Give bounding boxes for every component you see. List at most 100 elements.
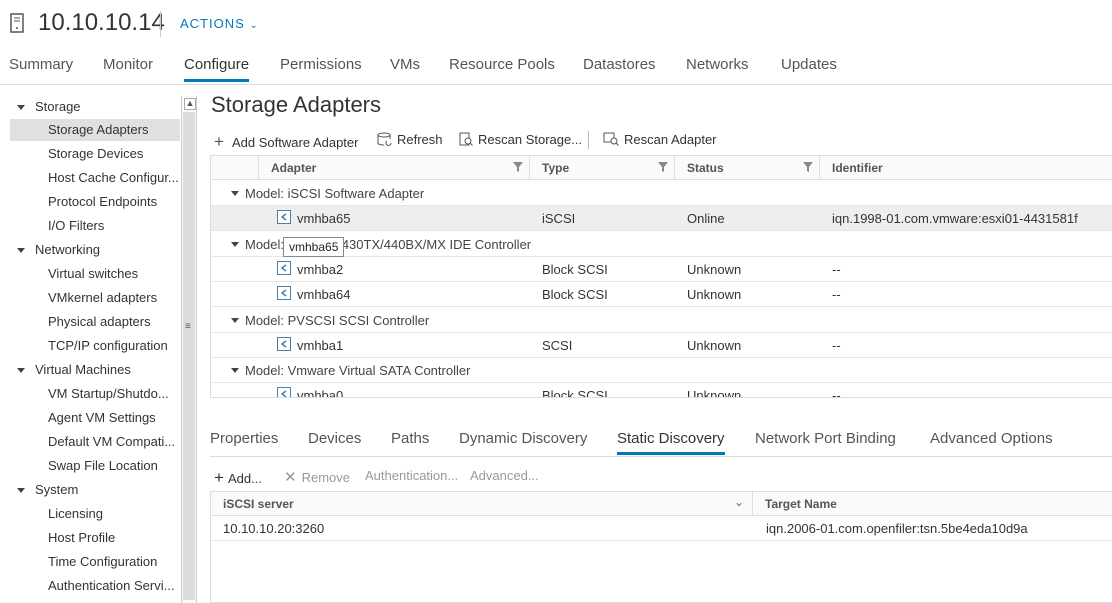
column-header-label: Identifier	[832, 161, 883, 175]
plus-icon: +	[214, 132, 224, 151]
adapter-name: vmhba1	[297, 338, 344, 353]
chevron-down-icon: ⌄	[249, 20, 259, 31]
tab-permissions[interactable]: Permissions	[280, 56, 362, 79]
group-row-iscsi[interactable]: Model: iSCSI Software Adapter	[211, 181, 1112, 206]
nav-item-io-filters[interactable]: I/O Filters	[0, 215, 180, 237]
tab-dynamic-discovery[interactable]: Dynamic Discovery	[459, 430, 587, 452]
nav-item-authentication-services[interactable]: Authentication Servi...	[0, 575, 180, 597]
table-row-vmhba1[interactable]: vmhba1 SCSI Unknown --	[211, 333, 1112, 358]
target-name-value: iqn.2006-01.com.openfiler:tsn.5be4eda10d…	[766, 521, 1028, 536]
adapter-name: vmhba64	[297, 287, 351, 302]
nav-item-host-profile[interactable]: Host Profile	[0, 527, 180, 549]
tab-updates[interactable]: Updates	[781, 56, 837, 79]
column-header-label: iSCSI server	[223, 497, 294, 511]
nav-item-physical-adapters[interactable]: Physical adapters	[0, 311, 180, 333]
nav-group-label: Networking	[35, 242, 101, 257]
column-header-identifier[interactable]: Identifier	[820, 156, 1112, 180]
table-row-vmhba2[interactable]: vmhba2 Block SCSI Unknown --	[211, 257, 1112, 282]
adapter-status: Online	[687, 211, 725, 226]
tab-devices[interactable]: Devices	[308, 430, 361, 452]
filter-icon[interactable]	[513, 162, 523, 172]
caret-down-icon	[17, 488, 25, 493]
tab-advanced-options[interactable]: Advanced Options	[930, 430, 1053, 452]
nav-group-networking[interactable]: Networking	[0, 239, 180, 261]
nav-group-storage[interactable]: Storage	[0, 96, 180, 118]
host-icon	[10, 13, 24, 33]
caret-down-icon	[17, 248, 25, 253]
tab-summary[interactable]: Summary	[9, 56, 73, 79]
adapters-grid: Adapter Type Status Identifier Model: iS…	[210, 155, 1112, 398]
table-row-vmhba64[interactable]: vmhba64 Block SCSI Unknown --	[211, 282, 1112, 307]
rescan-adapter-button[interactable]: Rescan Adapter	[603, 132, 717, 147]
toolbar-divider	[588, 131, 589, 149]
adapter-type: iSCSI	[542, 211, 576, 226]
nav-item-default-vm-compat[interactable]: Default VM Compati...	[0, 431, 180, 453]
tab-resource-pools[interactable]: Resource Pools	[449, 56, 555, 79]
configure-nav: Storage Storage Adapters Storage Devices…	[0, 96, 182, 603]
nav-item-storage-devices[interactable]: Storage Devices	[0, 143, 180, 165]
nav-item-tcpip-configuration[interactable]: TCP/IP configuration	[0, 335, 180, 357]
column-header-iscsi-server[interactable]: iSCSI server ⌄	[211, 492, 753, 516]
nav-item-vmkernel-adapters[interactable]: VMkernel adapters	[0, 287, 180, 309]
column-header-label: Type	[542, 161, 570, 175]
adapter-name: vmhba2	[297, 262, 344, 277]
nav-group-virtual-machines[interactable]: Virtual Machines	[0, 359, 180, 381]
table-row-vmhba65[interactable]: vmhba65 iSCSI Online iqn.1998-01.com.vmw…	[211, 206, 1112, 231]
tab-monitor[interactable]: Monitor	[103, 56, 153, 79]
database-refresh-icon	[377, 132, 392, 146]
caret-down-icon	[17, 105, 25, 110]
add-target-button[interactable]: + Add...	[214, 468, 262, 488]
group-row-sata[interactable]: Model: Vmware Virtual SATA Controller	[211, 358, 1112, 383]
adapter-identifier: --	[832, 287, 841, 302]
nav-scrollbar[interactable]: ▲ ≡	[181, 96, 197, 603]
table-row[interactable]: 10.10.10.20:3260 iqn.2006-01.com.openfil…	[211, 516, 1112, 541]
nav-item-swap-file-location[interactable]: Swap File Location	[0, 455, 180, 477]
tab-datastores[interactable]: Datastores	[583, 56, 656, 79]
nav-item-vm-startup[interactable]: VM Startup/Shutdo...	[0, 383, 180, 405]
grid-header-spacer	[211, 156, 259, 180]
add-software-adapter-label: Add Software Adapter	[232, 135, 359, 150]
adapter-type: SCSI	[542, 338, 573, 353]
tab-networks[interactable]: Networks	[686, 56, 749, 79]
group-row-piix4[interactable]: Model: PIIX4 for 430TX/440BX/MX IDE Cont…	[211, 232, 1112, 257]
column-header-adapter[interactable]: Adapter	[259, 156, 530, 180]
tab-configure[interactable]: Configure	[184, 56, 250, 82]
caret-down-icon	[231, 368, 239, 373]
nav-item-licensing[interactable]: Licensing	[0, 503, 180, 525]
remove-target-button[interactable]: ✕ Remove	[284, 468, 350, 486]
scrollbar-thumb[interactable]	[183, 112, 195, 600]
table-row-vmhba0[interactable]: vmhba0 Block SCSI Unknown --	[211, 383, 1112, 397]
adapter-identifier: --	[832, 338, 841, 353]
nav-group-system[interactable]: System	[0, 479, 180, 501]
nav-item-storage-adapters[interactable]: Storage Adapters	[10, 119, 180, 141]
nav-item-time-configuration[interactable]: Time Configuration	[0, 551, 180, 573]
storage-adapter-icon	[277, 286, 291, 300]
iscsi-server-value: 10.10.10.20:3260	[223, 521, 325, 536]
filter-icon[interactable]	[803, 162, 813, 172]
scroll-up-icon[interactable]: ▲	[184, 98, 196, 110]
column-header-type[interactable]: Type	[530, 156, 675, 180]
host-title: 10.10.10.14	[38, 9, 165, 36]
rescan-storage-button[interactable]: Rescan Storage...	[459, 132, 582, 147]
nav-item-protocol-endpoints[interactable]: Protocol Endpoints	[0, 191, 180, 213]
authentication-button[interactable]: Authentication...	[365, 468, 458, 483]
nav-item-virtual-switches[interactable]: Virtual switches	[0, 263, 180, 285]
nav-item-host-cache[interactable]: Host Cache Configur...	[0, 167, 180, 189]
column-header-status[interactable]: Status	[675, 156, 820, 180]
tab-properties[interactable]: Properties	[210, 430, 278, 452]
tab-static-discovery[interactable]: Static Discovery	[617, 430, 725, 455]
adapter-type: Block SCSI	[542, 262, 608, 277]
nav-item-agent-vm-settings[interactable]: Agent VM Settings	[0, 407, 180, 429]
group-row-pvscsi[interactable]: Model: PVSCSI SCSI Controller	[211, 308, 1112, 333]
tab-network-port-binding[interactable]: Network Port Binding	[755, 430, 896, 452]
tab-paths[interactable]: Paths	[391, 430, 429, 452]
add-software-adapter-button[interactable]: + Add Software Adapter	[214, 132, 358, 152]
tab-vms[interactable]: VMs	[390, 56, 420, 79]
nav-group-label: Storage	[35, 99, 81, 114]
actions-menu-button[interactable]: ACTIONS ⌄	[180, 16, 259, 31]
filter-icon[interactable]	[658, 162, 668, 172]
column-header-target-name[interactable]: Target Name	[753, 492, 1112, 516]
adapter-name: vmhba65	[297, 211, 351, 226]
refresh-button[interactable]: Refresh	[377, 132, 443, 147]
advanced-button[interactable]: Advanced...	[470, 468, 539, 483]
